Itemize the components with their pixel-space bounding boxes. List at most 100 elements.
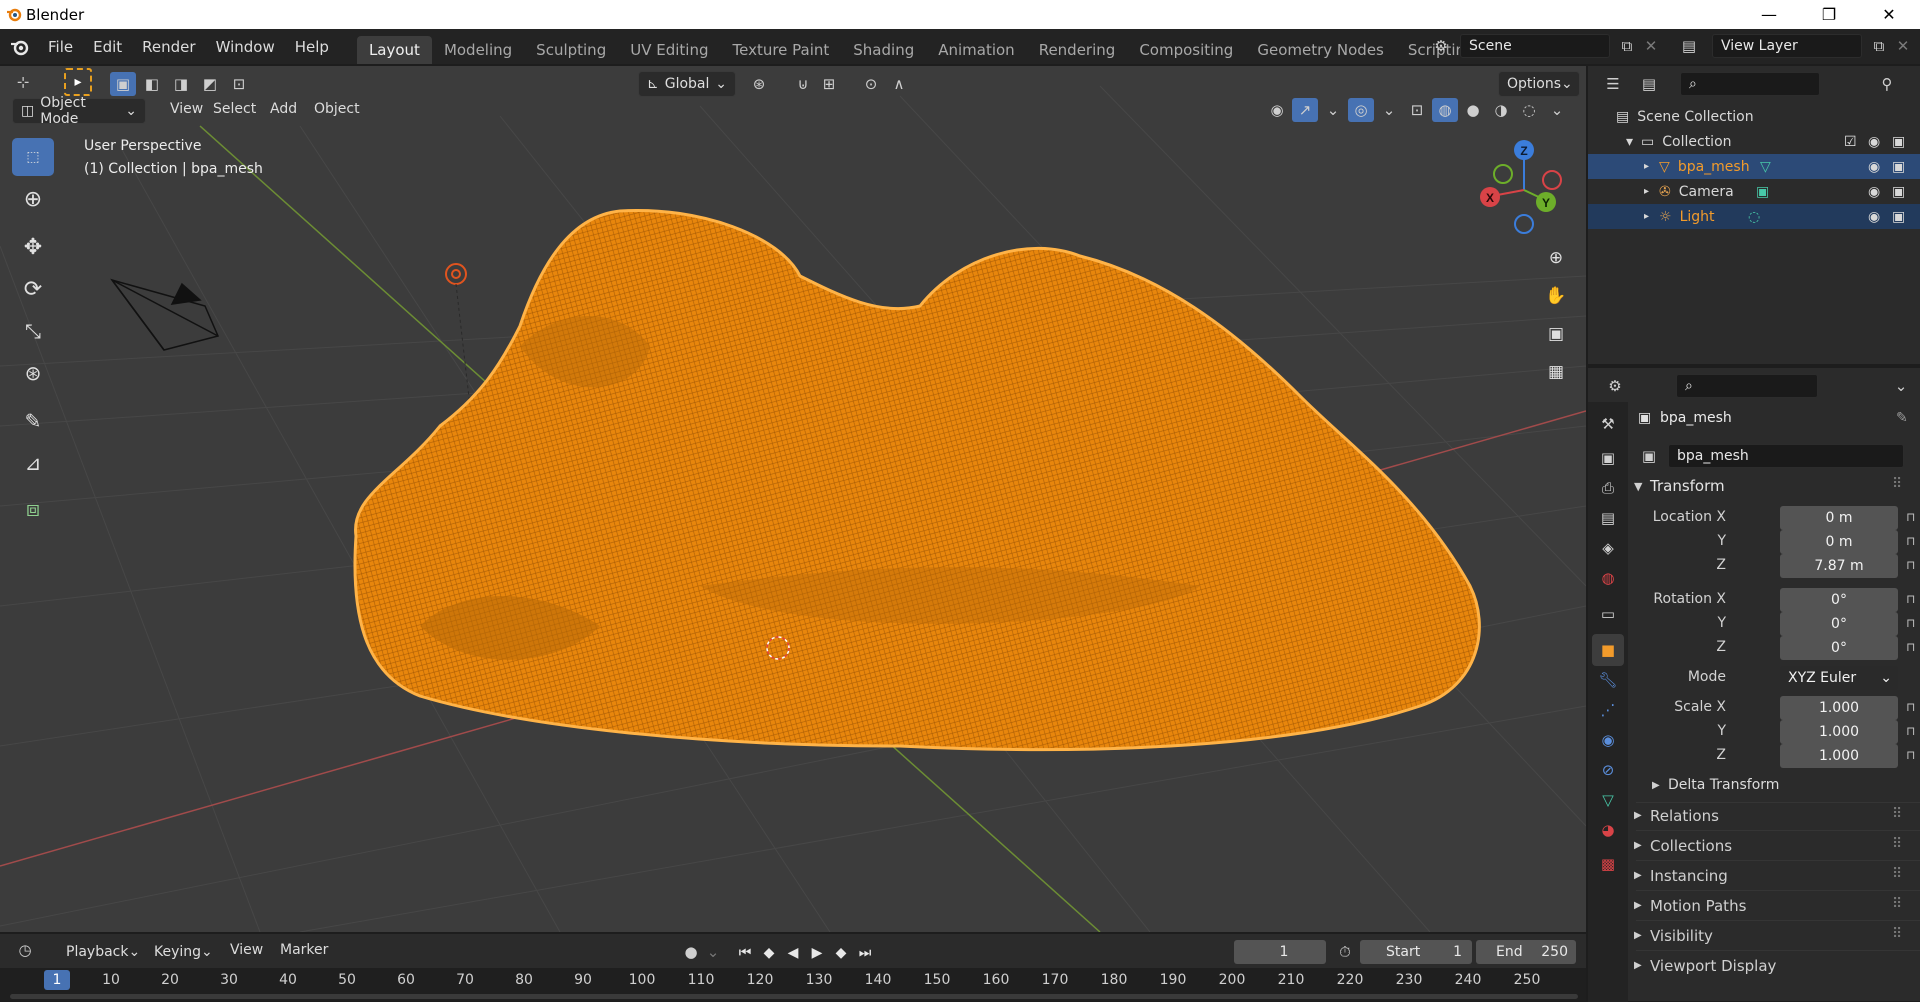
- drag-handle-icon[interactable]: ⠿: [1892, 926, 1902, 942]
- chevron-right-icon[interactable]: ▶: [1634, 840, 1642, 851]
- navigation-gizmo[interactable]: Z X Y: [1480, 140, 1562, 234]
- start-frame-field[interactable]: Start 1: [1360, 940, 1472, 964]
- camera-render-icon[interactable]: ▣: [1892, 209, 1905, 225]
- timeline-menu-marker[interactable]: Marker: [270, 942, 338, 958]
- scene-selector-icon[interactable]: ⚙: [1428, 34, 1454, 58]
- location-z-field[interactable]: 7.87 m: [1780, 554, 1898, 578]
- close-window-button[interactable]: ✕: [1860, 0, 1918, 29]
- tab-layout[interactable]: Layout: [356, 36, 432, 64]
- wireframe-shading-icon[interactable]: ◍: [1432, 98, 1458, 122]
- light-object[interactable]: [445, 263, 471, 407]
- annotate-tool[interactable]: ✎: [12, 402, 54, 440]
- properties-editor-icon[interactable]: ⚙: [1602, 374, 1628, 398]
- new-scene-icon[interactable]: ⧉: [1614, 34, 1640, 58]
- visibility-icon[interactable]: ◉: [1264, 98, 1290, 122]
- instancing-panel[interactable]: Instancing: [1650, 867, 1728, 885]
- camera-render-icon[interactable]: ▣: [1892, 184, 1905, 200]
- lock-icon[interactable]: ⊓: [1906, 724, 1918, 738]
- object-datablock-icon[interactable]: ▣: [1636, 444, 1662, 468]
- menu-file[interactable]: File: [38, 38, 83, 56]
- select-box-tool-icon[interactable]: ▸: [64, 68, 92, 96]
- modifier-tab-icon[interactable]: 🔧︎: [1592, 664, 1624, 696]
- move-tool[interactable]: ✥: [12, 228, 54, 266]
- display-mode-icon[interactable]: ▤: [1636, 72, 1662, 96]
- scale-x-field[interactable]: 1.000: [1780, 696, 1898, 720]
- drag-handle-icon[interactable]: ⠿: [1892, 476, 1902, 492]
- location-x-field[interactable]: 0 m: [1780, 506, 1898, 530]
- timeline-editor-icon[interactable]: ◷: [12, 938, 38, 962]
- eye-icon[interactable]: ◉: [1868, 184, 1880, 200]
- filter-icon[interactable]: ⚲: [1874, 72, 1900, 96]
- play-icon[interactable]: ▶: [806, 942, 828, 964]
- delete-view-layer-icon[interactable]: ✕: [1890, 34, 1916, 58]
- blender-menu-icon[interactable]: [10, 37, 30, 57]
- select-extend-icon[interactable]: ◧: [139, 72, 165, 96]
- tab-shading[interactable]: Shading: [841, 36, 926, 64]
- world-tab-icon[interactable]: ◍: [1592, 562, 1624, 594]
- scene-tab-icon[interactable]: ◈: [1592, 532, 1624, 564]
- viewport-display-panel[interactable]: Viewport Display: [1650, 957, 1776, 975]
- object-name-field[interactable]: bpa_mesh: [1668, 444, 1904, 468]
- overlays-icon[interactable]: ◎: [1348, 98, 1374, 122]
- chevron-down-icon[interactable]: ⌄: [1320, 98, 1346, 122]
- material-shading-icon[interactable]: ◑: [1488, 98, 1514, 122]
- view-layer-tab-icon[interactable]: ▤: [1592, 502, 1624, 534]
- menu-help[interactable]: Help: [285, 38, 339, 56]
- visibility-panel[interactable]: Visibility: [1650, 927, 1713, 945]
- collections-panel[interactable]: Collections: [1650, 837, 1732, 855]
- chevron-down-icon[interactable]: ⌄: [1376, 98, 1402, 122]
- menu-edit[interactable]: Edit: [83, 38, 132, 56]
- pin-icon[interactable]: ✎: [1896, 410, 1908, 426]
- 3d-viewport[interactable]: Z X Y ⊹ ▸ ▣ ◧ ◨ ◩ ⊡ ⊾ Global ⌄ ⊛ ⊍ ⊞ ⊙ ∧ O…: [0, 66, 1586, 932]
- mode-dropdown[interactable]: ◫ Object Mode ⌄: [12, 95, 146, 127]
- snap-toggle-icon[interactable]: ⊍: [790, 72, 816, 96]
- editor-type-icon[interactable]: ⊹: [10, 70, 36, 94]
- cursor-tool[interactable]: ⊕: [12, 180, 54, 218]
- transform-orientation-dropdown[interactable]: ⊾ Global ⌄: [638, 71, 736, 97]
- scene-collection-row[interactable]: ▤ Scene Collection: [1588, 104, 1920, 129]
- chevron-right-icon[interactable]: ▶: [1634, 960, 1642, 971]
- scene-name-field[interactable]: Scene: [1460, 34, 1610, 58]
- view-layer-field[interactable]: View Layer: [1712, 34, 1862, 58]
- view-layer-icon[interactable]: ▤: [1676, 34, 1702, 58]
- menu-window[interactable]: Window: [206, 38, 285, 56]
- tool-tab-icon[interactable]: ⚒: [1592, 408, 1624, 440]
- new-view-layer-icon[interactable]: ⧉: [1866, 34, 1892, 58]
- proportional-edit-icon[interactable]: ⊙: [858, 72, 884, 96]
- camera-view-icon[interactable]: ▣: [1538, 316, 1574, 352]
- select-subtract-icon[interactable]: ◨: [168, 72, 194, 96]
- select-tool[interactable]: ⬚: [12, 138, 54, 176]
- add-cube-tool[interactable]: ⧈: [12, 490, 54, 528]
- eye-icon[interactable]: ◉: [1868, 209, 1880, 225]
- stopwatch-icon[interactable]: ⏱: [1332, 940, 1358, 964]
- drag-handle-icon[interactable]: ⠿: [1892, 836, 1902, 852]
- scale-y-field[interactable]: 1.000: [1780, 720, 1898, 744]
- select-invert-icon[interactable]: ◩: [197, 72, 223, 96]
- tab-compositing[interactable]: Compositing: [1127, 36, 1245, 64]
- viewport-menu-select[interactable]: Select: [203, 101, 266, 117]
- end-frame-field[interactable]: End 250: [1476, 940, 1576, 964]
- current-frame-field[interactable]: 1: [1234, 940, 1326, 964]
- solid-shading-icon[interactable]: ●: [1460, 98, 1486, 122]
- tab-rendering[interactable]: Rendering: [1027, 36, 1128, 64]
- location-y-field[interactable]: 0 m: [1780, 530, 1898, 554]
- drag-handle-icon[interactable]: ⠿: [1892, 806, 1902, 822]
- xray-icon[interactable]: ⊡: [1404, 98, 1430, 122]
- menu-render[interactable]: Render: [132, 38, 205, 56]
- eye-icon[interactable]: ◉: [1868, 159, 1880, 175]
- material-tab-icon[interactable]: ◕: [1592, 814, 1624, 846]
- tab-modeling[interactable]: Modeling: [432, 36, 524, 64]
- rendered-shading-icon[interactable]: ◌: [1516, 98, 1542, 122]
- data-tab-icon[interactable]: ▽: [1592, 784, 1624, 816]
- maximize-button[interactable]: ❐: [1800, 0, 1858, 29]
- collection-tab-icon[interactable]: ▭: [1592, 598, 1624, 630]
- area-divider[interactable]: [1588, 364, 1920, 368]
- outliner-item-bpa-mesh[interactable]: ▸ ▽ bpa_mesh ▽ ◉ ▣: [1588, 154, 1920, 179]
- chevron-right-icon[interactable]: ▶: [1634, 810, 1642, 821]
- collection-row[interactable]: ▾ ▭ Collection ☑ ◉ ▣: [1588, 129, 1920, 154]
- falloff-icon[interactable]: ∧: [886, 72, 912, 96]
- camera-object[interactable]: [110, 278, 220, 351]
- options-dropdown[interactable]: Options ⌄: [1498, 71, 1580, 97]
- playback-menu[interactable]: Playback ⌄: [58, 939, 144, 965]
- scale-tool[interactable]: ⤡: [12, 312, 54, 350]
